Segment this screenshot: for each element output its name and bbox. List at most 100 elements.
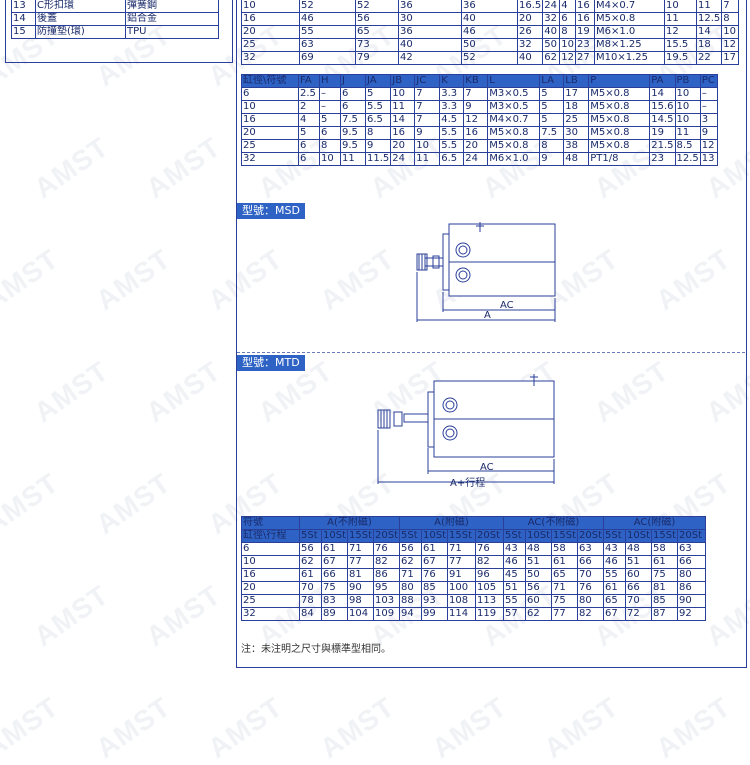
mtd-label: 型號：MTD xyxy=(237,355,305,371)
watermark: AMST xyxy=(28,130,115,205)
watermark: AMST xyxy=(426,690,513,765)
column-header: LA xyxy=(539,74,565,88)
group-header-row: 符號 A(不附磁) A(附磁) AC(不附磁) AC(附磁) xyxy=(241,516,706,530)
footnote: 注：未注明之尺寸與標準型相同。 xyxy=(241,644,391,655)
table-cell: 67 xyxy=(603,607,626,621)
column-header: 符號 xyxy=(241,516,300,530)
table-cell: 16 xyxy=(241,113,299,127)
table-cell: 20 xyxy=(516,12,544,26)
table-cell: 19.5 xyxy=(664,51,697,65)
table-cell: 30 xyxy=(398,12,462,26)
table-cell: 36 xyxy=(461,0,518,13)
table-row: 25 63 73 40 50 32 50 10 23 M8×1.25 15.5 18 12 xyxy=(241,38,740,52)
group-header: AC(附磁) xyxy=(603,516,706,530)
column-header: PB xyxy=(674,74,701,88)
table-cell: 6 xyxy=(298,139,320,153)
table-cell: 8 xyxy=(559,25,576,39)
table-cell: 11 xyxy=(390,100,416,114)
table-cell: 16 xyxy=(575,0,595,13)
table-cell: 4.5 xyxy=(439,113,465,127)
sub-header-row: 缸徑\行程 5St 10St 15St 20St 5St 10St 15St 20St 5St 10… xyxy=(241,529,706,543)
table-top: 10 52 52 36 36 16.5 24 4 16 M4×0.7 10 11 7 16 46 56 30 40… xyxy=(241,0,740,65)
table-cell: 5 xyxy=(319,113,341,127)
table-cell: 61 xyxy=(551,555,578,569)
table-cell: 85 xyxy=(651,594,678,608)
table-cell: M5×0.8 xyxy=(588,113,651,127)
table-cell: 61 xyxy=(651,555,678,569)
table-cell: 82 xyxy=(475,555,504,569)
table-cell: 48 xyxy=(563,152,590,166)
table-cell: 66 xyxy=(321,568,348,582)
table-cell: 56 xyxy=(355,12,399,26)
table-cell: 40 xyxy=(461,12,518,26)
table-cell: 7.5 xyxy=(340,113,366,127)
table-cell: 7 xyxy=(463,87,489,101)
table-cell: 6 xyxy=(340,87,366,101)
table-row: 20 55 65 36 46 26 40 8 19 M6×1.0 12 14 10 xyxy=(241,25,740,39)
table-cell: 30 xyxy=(563,126,590,140)
table-cell: 56 xyxy=(299,542,322,556)
table-cell: 60 xyxy=(625,568,652,582)
watermark: AMST xyxy=(28,578,115,653)
table-cell: 2 xyxy=(298,100,320,114)
table-row: 10 62 67 77 82 62 67 77 82 46 51 61 66 46 51 61 66 xyxy=(241,555,706,569)
table-cell: 5 xyxy=(298,126,320,140)
table-cell: 6 xyxy=(241,87,299,101)
table-cell: 14 xyxy=(11,12,36,26)
table-row: 32 6 10 11 11.5 24 11 6.5 24 M6×1.0 9 48 PT1/8 23 12.5… xyxy=(241,152,718,166)
table-cell: 60 xyxy=(525,594,552,608)
table-cell: 5 xyxy=(539,100,565,114)
table-cell: 62 xyxy=(542,51,561,65)
msd-label: 型號：MSD xyxy=(237,203,305,219)
table-cell: 9 xyxy=(539,152,565,166)
table-cell: 92 xyxy=(677,607,706,621)
table-cell: 51 xyxy=(503,581,526,595)
table-cell: 119 xyxy=(475,607,504,621)
table-cell: 67 xyxy=(421,555,448,569)
table-cell: 108 xyxy=(447,594,476,608)
table-cell: 7 xyxy=(414,113,441,127)
table-cell: 90 xyxy=(677,594,706,608)
table-cell: 82 xyxy=(373,555,400,569)
table-cell: 22 xyxy=(695,51,723,65)
table-cell: 6 xyxy=(559,12,576,26)
table-cell: M6×1.0 xyxy=(594,25,665,39)
table-cell: 10 xyxy=(674,87,701,101)
table-cell: 19 xyxy=(649,126,676,140)
table-cell: 63 xyxy=(577,542,604,556)
table-cell: 61 xyxy=(299,568,322,582)
table-cell: 62 xyxy=(399,555,422,569)
table-cell: 6 xyxy=(340,100,366,114)
column-header: 10St xyxy=(525,529,552,543)
table-cell: 16.5 xyxy=(516,0,544,13)
table-cell: 66 xyxy=(625,581,652,595)
table-cell: 25 xyxy=(563,113,590,127)
table-cell: 20 xyxy=(241,126,299,140)
table-cell: 9 xyxy=(463,100,489,114)
table-cell: 5.5 xyxy=(439,126,465,140)
table-cell: M6×1.0 xyxy=(487,152,541,166)
table-cell: 77 xyxy=(447,555,476,569)
table-cell: M10×1.25 xyxy=(594,51,665,65)
table-cell: 52 xyxy=(355,0,399,13)
table-cell: 防撞墊(環) xyxy=(35,25,126,39)
watermark: AMST xyxy=(650,690,737,765)
column-header: P xyxy=(588,74,651,88)
table-cell: 20 xyxy=(463,139,489,153)
table-cell: 95 xyxy=(373,581,400,595)
msd-dim-ac: AC xyxy=(500,300,514,311)
table-row: 10 2–6 5.5 11 7 3.3 9 M3×0.5 5 18 M5×0.8 15.6 10– xyxy=(241,100,718,114)
table-cell: 75 xyxy=(551,594,578,608)
dimension-table: 缸徑\符號 FA H J JA JB JC K KB L LA LB P PA PB PC 6 2.5–6 5 10 7… xyxy=(241,74,718,166)
table-cell: 36 xyxy=(398,0,462,13)
column-header: 20St xyxy=(373,529,400,543)
column-header: L xyxy=(487,74,541,88)
table-cell: 96 xyxy=(475,568,504,582)
column-header: 10St xyxy=(625,529,652,543)
table-cell: 10 xyxy=(241,100,299,114)
table-cell: 9 xyxy=(414,126,441,140)
table-cell: 12.5 xyxy=(674,152,701,166)
table-cell: 103 xyxy=(373,594,400,608)
table-cell: 11 xyxy=(695,0,723,13)
table-row: 20 70 75 90 95 80 85 100 105 51 56 71 76 61 66 81 86 xyxy=(241,581,706,595)
